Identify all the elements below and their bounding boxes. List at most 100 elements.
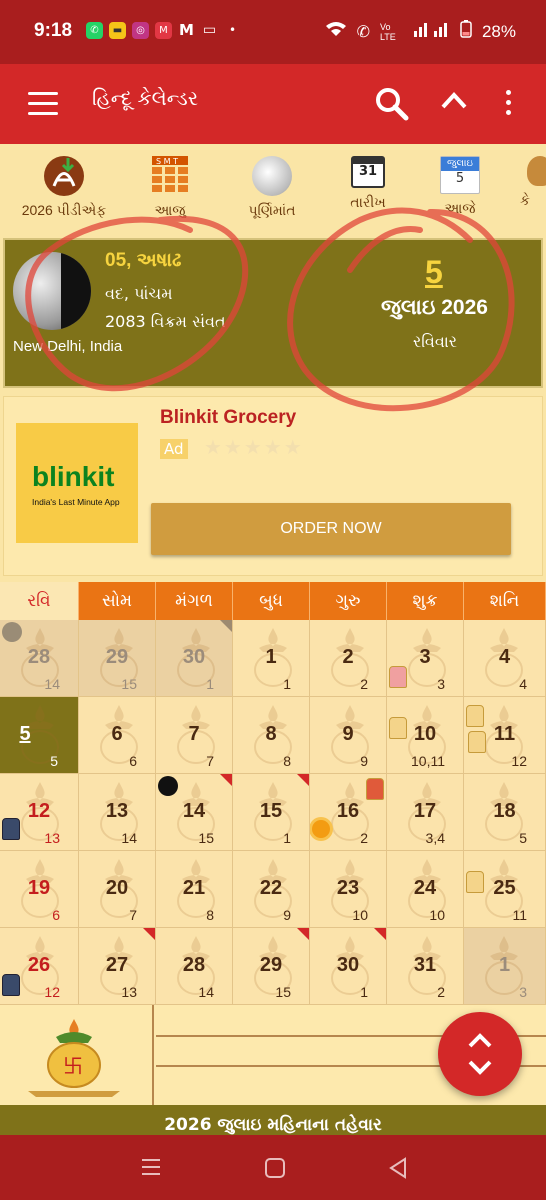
app-title: હિન્દૂ કેલેન્ડર bbox=[92, 88, 199, 110]
calendar-day-cell[interactable]: 29 15 bbox=[233, 928, 310, 1005]
weekday-wed: બુધ bbox=[233, 582, 310, 620]
calendar-day-cell[interactable]: 99 bbox=[310, 697, 387, 774]
ad-title: Blinkit Grocery bbox=[160, 407, 297, 428]
app-notification-icon: ▬ bbox=[109, 22, 126, 39]
home-icon[interactable] bbox=[264, 1157, 286, 1183]
tithi-number: 15 bbox=[275, 984, 291, 1000]
tithi-number: 9 bbox=[360, 753, 368, 769]
day-number: 2 bbox=[342, 646, 354, 668]
search-icon[interactable] bbox=[374, 86, 410, 122]
quick-action-today[interactable]: જુલાઇ 5 આજે bbox=[410, 156, 510, 217]
menu-icon[interactable] bbox=[28, 92, 58, 115]
tithi-number: 6 bbox=[52, 907, 60, 923]
grid-calendar-icon: S M T bbox=[150, 156, 190, 196]
calendar-day-cell[interactable]: 27 13 bbox=[79, 928, 156, 1005]
calendar-day-cell[interactable]: 16 2 bbox=[310, 774, 387, 851]
day-number: 26 bbox=[27, 954, 51, 976]
calendar-day-cell[interactable]: 55 bbox=[0, 697, 79, 774]
quick-action-label: કે bbox=[520, 192, 530, 208]
notification-icons: ✆ ▬ ◎ M M ▭ • bbox=[86, 22, 241, 39]
calendar-day-cell[interactable]: 29 15 bbox=[79, 620, 156, 697]
quick-action-label: પૂર્ણિમાંત bbox=[248, 202, 296, 218]
moon-phase-icon bbox=[13, 252, 91, 330]
expand-collapse-button[interactable] bbox=[438, 1012, 522, 1096]
day-number: 14 bbox=[182, 800, 206, 822]
quick-actions-bar: 2026 પીડીએફ S M T આજુ પૂર્ણિમાંત 31 તારી… bbox=[0, 144, 546, 234]
quick-action-date[interactable]: 31 તારીખ bbox=[318, 156, 418, 211]
back-icon[interactable] bbox=[388, 1157, 408, 1183]
calendar-day-cell[interactable]: 21 8 bbox=[156, 851, 233, 928]
calendar-day-cell[interactable]: 33 bbox=[387, 620, 464, 697]
today-icon-day: 5 bbox=[455, 171, 465, 186]
weekday-header: રવિ સોમ મંગળ બુધ ગુરુ શુક્ર શનિ bbox=[0, 582, 546, 620]
order-now-button[interactable]: ORDER NOW bbox=[151, 503, 511, 555]
svg-text:卐: 卐 bbox=[63, 1054, 83, 1078]
tithi-number: 14 bbox=[44, 676, 60, 692]
calendar-day-cell[interactable]: 24 10 bbox=[387, 851, 464, 928]
quick-action-pdf[interactable]: 2026 પીડીએફ bbox=[14, 156, 114, 219]
calendar-day-cell[interactable]: 77 bbox=[156, 697, 233, 774]
calendar-day-cell[interactable]: 88 bbox=[233, 697, 310, 774]
quick-action-more[interactable]: કે bbox=[520, 156, 546, 209]
signal-icon bbox=[413, 21, 450, 42]
calendar-day-cell[interactable]: 11 12 bbox=[464, 697, 546, 774]
recents-icon[interactable] bbox=[140, 1157, 162, 1181]
calendar-day-cell[interactable]: 66 bbox=[79, 697, 156, 774]
day-number: 27 bbox=[105, 954, 129, 976]
calendar-day-cell[interactable]: 15 1 bbox=[233, 774, 310, 851]
calendar-day-cell[interactable]: 22 9 bbox=[233, 851, 310, 928]
pdf-download-icon bbox=[44, 156, 84, 196]
calendar-day-cell[interactable]: 28 14 bbox=[156, 928, 233, 1005]
calendar-day-cell[interactable]: 30 1 bbox=[156, 620, 233, 697]
tithi-number: 14 bbox=[121, 830, 137, 846]
calendar-day-cell[interactable]: 25 11 bbox=[464, 851, 546, 928]
calendar-day-cell[interactable]: 18 5 bbox=[464, 774, 546, 851]
ad-banner[interactable]: blinkit India's Last Minute App Blinkit … bbox=[3, 396, 543, 576]
calendar-day-cell[interactable]: 22 bbox=[310, 620, 387, 697]
selected-weekday: રવિવાર bbox=[413, 332, 458, 351]
tithi-number: 2 bbox=[360, 676, 368, 692]
chevron-up-icon[interactable] bbox=[440, 88, 468, 116]
tithi-number: 15 bbox=[121, 676, 137, 692]
tithi-text: 05, અષાઢ bbox=[105, 250, 182, 271]
today-icon-month: જુલાઇ bbox=[441, 157, 479, 171]
calendar-day-cell[interactable]: 30 1 bbox=[310, 928, 387, 1005]
day-number: 8 bbox=[265, 723, 277, 745]
event-marker-icon bbox=[297, 928, 309, 940]
calendar-day-cell[interactable]: 17 3,4 bbox=[387, 774, 464, 851]
app-toolbar: હિન્દૂ કેલેન્ડર bbox=[0, 64, 546, 144]
calendar-day-cell[interactable]: 28 14 bbox=[0, 620, 79, 697]
day-number: 25 bbox=[493, 877, 516, 899]
panchang-panel[interactable]: 05, અષાઢ વદ, પાંચમ 2083 વિક્રમ સંવત New … bbox=[3, 238, 543, 388]
calendar-grid: 28 14 29 15 30 1 1 1 2 2 3 3 4 4 5 5 6 6 7 7 8 8 9 9 10 10,11 11 12… bbox=[0, 620, 546, 1005]
tithi-number: 8 bbox=[206, 907, 214, 923]
calendar-day-cell[interactable]: 12 13 bbox=[0, 774, 79, 851]
calendar-day-cell[interactable]: 19 6 bbox=[0, 851, 79, 928]
rath-icon bbox=[366, 778, 384, 800]
tithi-number: 5 bbox=[519, 830, 527, 846]
calendar-day-cell[interactable]: 10 10,11 bbox=[387, 697, 464, 774]
calendar-day-cell[interactable]: 14 15 bbox=[156, 774, 233, 851]
quick-action-grid[interactable]: S M T આજુ bbox=[120, 156, 220, 219]
ad-tagline: India's Last Minute App bbox=[32, 497, 120, 507]
day-number: 28 bbox=[27, 646, 51, 668]
calendar-day-cell[interactable]: 13 bbox=[464, 928, 546, 1005]
day-number: 12 bbox=[27, 800, 51, 822]
day-number: 29 bbox=[259, 954, 283, 976]
calendar-day-cell[interactable]: 20 7 bbox=[79, 851, 156, 928]
calendar-day-cell[interactable]: 13 14 bbox=[79, 774, 156, 851]
weekday-mon: સોમ bbox=[79, 582, 156, 620]
calendar-day-cell[interactable]: 44 bbox=[464, 620, 546, 697]
calendar-day-cell[interactable]: 23 10 bbox=[310, 851, 387, 928]
calendar-day-cell[interactable]: 31 2 bbox=[387, 928, 464, 1005]
calendar-day-cell[interactable]: 11 bbox=[233, 620, 310, 697]
calendar-day-cell[interactable]: 26 12 bbox=[0, 928, 79, 1005]
tithi-number: 3 bbox=[437, 676, 445, 692]
day-number: 21 bbox=[182, 877, 206, 899]
location-text[interactable]: New Delhi, India bbox=[13, 338, 122, 355]
festivals-heading[interactable]: 2026 જુલાઇ મહિનાના તહેવાર bbox=[0, 1105, 546, 1135]
quick-action-purnimant[interactable]: પૂર્ણિમાંત bbox=[222, 156, 322, 219]
day-number: 7 bbox=[188, 723, 200, 745]
overflow-menu-icon[interactable] bbox=[506, 90, 514, 120]
volte-label: Vo LTE bbox=[379, 21, 396, 42]
